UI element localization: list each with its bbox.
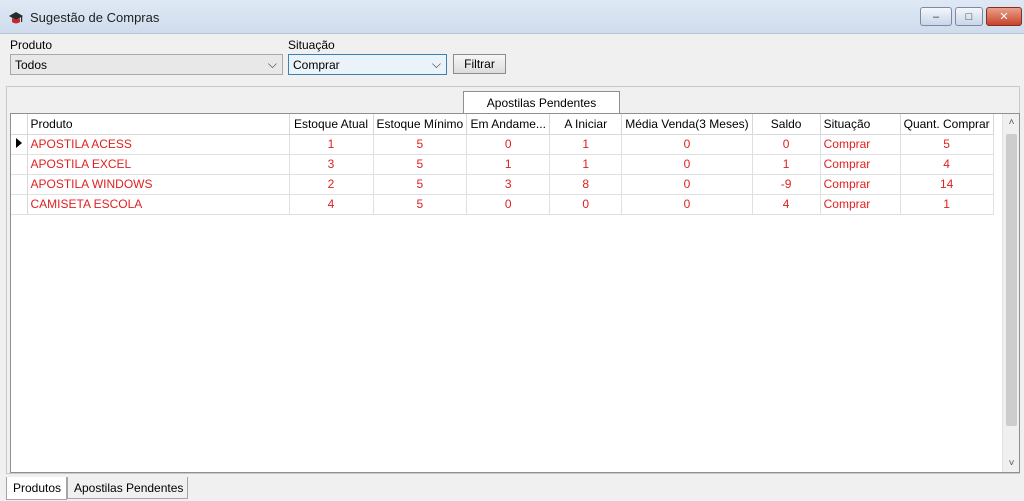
current-row-arrow-icon bbox=[15, 138, 22, 148]
products-grid[interactable]: Produto Estoque Atual Estoque Mínimo Em … bbox=[10, 113, 1020, 473]
scroll-up-icon[interactable]: ˄ bbox=[1003, 114, 1020, 131]
column-header[interactable]: Situação bbox=[820, 114, 901, 135]
column-header[interactable]: Saldo bbox=[752, 114, 821, 135]
filter-button[interactable]: Filtrar bbox=[453, 54, 506, 74]
table-row[interactable]: APOSTILA WINDOWS 2 5 3 8 0 -9 Comprar 14 bbox=[11, 174, 994, 195]
table-cell[interactable]: 4 bbox=[900, 154, 994, 175]
table-cell[interactable]: 0 bbox=[621, 174, 753, 195]
table-row[interactable]: CAMISETA ESCOLA 4 5 0 0 0 4 Comprar 1 bbox=[11, 194, 994, 215]
table-cell[interactable]: 5 bbox=[373, 194, 468, 215]
table-cell[interactable]: 1 bbox=[466, 154, 551, 175]
produto-select[interactable]: Todos ⌵ bbox=[10, 54, 283, 75]
table-cell[interactable]: 3 bbox=[466, 174, 551, 195]
row-selector-header bbox=[11, 114, 28, 135]
table-cell[interactable]: 0 bbox=[621, 194, 753, 215]
column-header[interactable]: Em Andame... bbox=[466, 114, 551, 135]
situacao-label: Situação bbox=[288, 38, 335, 52]
grid-header-row: Produto Estoque Atual Estoque Mínimo Em … bbox=[11, 114, 994, 135]
table-cell[interactable]: -9 bbox=[752, 174, 821, 195]
window-title: Sugestão de Compras bbox=[30, 10, 160, 25]
table-cell[interactable]: APOSTILA EXCEL bbox=[27, 154, 290, 175]
table-cell[interactable]: 0 bbox=[621, 154, 753, 175]
table-cell[interactable]: 1 bbox=[752, 154, 821, 175]
maximize-button[interactable]: □ bbox=[955, 7, 983, 26]
table-cell[interactable]: 4 bbox=[289, 194, 374, 215]
close-button[interactable]: ✕ bbox=[986, 7, 1022, 26]
table-cell[interactable]: 0 bbox=[752, 134, 821, 155]
hat-icon bbox=[9, 12, 23, 24]
tab-apostilas-pendentes[interactable]: Apostilas Pendentes bbox=[67, 477, 188, 499]
row-selector[interactable] bbox=[11, 134, 28, 155]
scroll-down-icon[interactable]: ˅ bbox=[1003, 455, 1020, 472]
table-cell[interactable]: 1 bbox=[900, 194, 994, 215]
table-cell[interactable]: 3 bbox=[289, 154, 374, 175]
chevron-down-icon: ⌵ bbox=[267, 57, 277, 71]
grid-table: Produto Estoque Atual Estoque Mínimo Em … bbox=[11, 114, 994, 215]
table-cell[interactable]: Comprar bbox=[820, 154, 901, 175]
produto-label: Produto bbox=[10, 38, 53, 52]
column-header[interactable]: Média Venda(3 Meses) bbox=[621, 114, 753, 135]
column-header[interactable]: Estoque Atual bbox=[289, 114, 374, 135]
chevron-down-icon: ⌵ bbox=[431, 57, 441, 71]
table-cell[interactable]: 5 bbox=[373, 154, 468, 175]
tab-produtos[interactable]: Produtos bbox=[6, 477, 67, 500]
table-cell[interactable]: 2 bbox=[289, 174, 374, 195]
table-cell[interactable]: 5 bbox=[373, 174, 468, 195]
row-selector[interactable] bbox=[11, 154, 28, 175]
situacao-select-value: Comprar bbox=[293, 58, 340, 72]
scroll-thumb[interactable] bbox=[1006, 134, 1017, 426]
table-cell[interactable]: APOSTILA ACESS bbox=[27, 134, 290, 155]
column-header[interactable]: Quant. Comprar bbox=[900, 114, 994, 135]
tab-apostilas-pendentes-header[interactable]: Apostilas Pendentes bbox=[463, 91, 620, 113]
column-header[interactable]: Produto bbox=[27, 114, 290, 135]
table-cell[interactable]: 0 bbox=[466, 194, 551, 215]
table-cell[interactable]: 14 bbox=[900, 174, 994, 195]
table-cell[interactable]: 1 bbox=[549, 154, 623, 175]
table-cell[interactable]: 5 bbox=[373, 134, 468, 155]
table-cell[interactable]: CAMISETA ESCOLA bbox=[27, 194, 290, 215]
table-cell[interactable]: APOSTILA WINDOWS bbox=[27, 174, 290, 195]
table-cell[interactable]: 0 bbox=[621, 134, 753, 155]
row-selector[interactable] bbox=[11, 174, 28, 195]
table-cell[interactable]: Comprar bbox=[820, 194, 901, 215]
table-row[interactable]: APOSTILA EXCEL 3 5 1 1 0 1 Comprar 4 bbox=[11, 154, 994, 175]
table-cell[interactable]: Comprar bbox=[820, 134, 901, 155]
situacao-select[interactable]: Comprar ⌵ bbox=[288, 54, 447, 75]
table-cell[interactable]: 8 bbox=[549, 174, 623, 195]
column-header[interactable]: Estoque Mínimo bbox=[373, 114, 468, 135]
window-title-bar[interactable]: Sugestão de Compras – □ ✕ bbox=[0, 0, 1024, 34]
table-cell[interactable]: 1 bbox=[289, 134, 374, 155]
table-cell[interactable]: 1 bbox=[549, 134, 623, 155]
table-row[interactable]: APOSTILA ACESS 1 5 0 1 0 0 Comprar 5 bbox=[11, 134, 994, 155]
row-selector[interactable] bbox=[11, 194, 28, 215]
minimize-button[interactable]: – bbox=[920, 7, 952, 26]
table-cell[interactable]: 0 bbox=[466, 134, 551, 155]
table-cell[interactable]: 5 bbox=[900, 134, 994, 155]
table-cell[interactable]: Comprar bbox=[820, 174, 901, 195]
column-header[interactable]: A Iniciar bbox=[549, 114, 623, 135]
table-cell[interactable]: 4 bbox=[752, 194, 821, 215]
produto-select-value: Todos bbox=[15, 58, 48, 72]
table-cell[interactable]: 0 bbox=[549, 194, 623, 215]
vertical-scrollbar[interactable]: ˄ ˅ bbox=[1002, 114, 1019, 472]
